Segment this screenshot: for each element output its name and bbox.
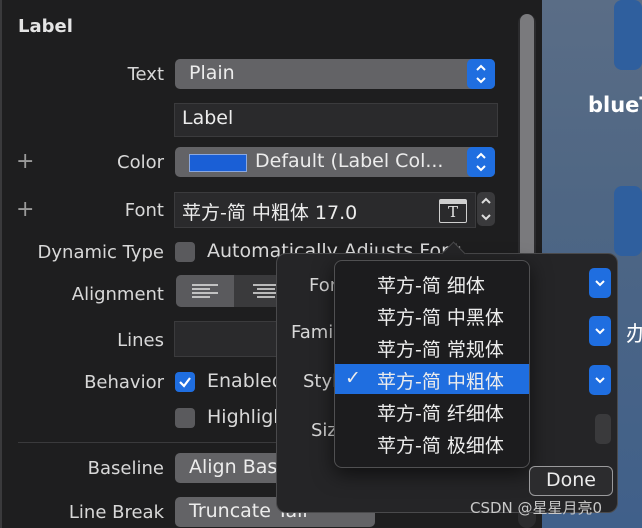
text-row-label: Text — [127, 64, 164, 85]
enabled-label: Enabled — [207, 370, 284, 392]
color-swatch — [189, 154, 247, 172]
watermark: CSDN @星星月亮0 — [470, 499, 603, 517]
done-button[interactable]: Done — [529, 466, 613, 496]
style-menu-item-selected[interactable]: ✓ 苹方-简 中粗体 — [335, 364, 529, 394]
section-title: Label — [18, 16, 73, 37]
text-type-popup[interactable]: Plain — [175, 59, 495, 89]
line-break-label: Line Break — [68, 502, 164, 523]
font-row-label: Font — [124, 200, 164, 221]
dynamic-type-label: Dynamic Type — [37, 242, 164, 263]
color-value: Default (Label Col... — [255, 150, 444, 172]
popover-size-label: Size — [311, 420, 335, 441]
canvas-cjk-partial: 办 — [626, 322, 642, 346]
add-font-variation-icon[interactable]: + — [16, 197, 34, 222]
highlighted-checkbox[interactable] — [175, 408, 195, 428]
font-picker-icon[interactable]: T — [439, 199, 467, 223]
font-popup-stepper[interactable] — [589, 268, 611, 298]
checkmark-icon — [179, 377, 191, 388]
size-stepper[interactable] — [595, 414, 611, 444]
color-popup[interactable]: Default (Label Col... — [175, 147, 495, 177]
align-left-icon — [192, 284, 218, 298]
style-menu-item[interactable]: 苹方-简 纤细体 — [335, 396, 529, 426]
text-type-value: Plain — [189, 62, 235, 84]
add-color-variation-icon[interactable]: + — [16, 149, 34, 174]
font-value: 苹方-简 中粗体 17.0 — [182, 202, 358, 224]
style-dropdown-menu: 苹方-简 细体 苹方-简 中黑体 苹方-简 常规体 ✓ 苹方-简 中粗体 苹方-… — [334, 260, 530, 468]
done-button-label: Done — [546, 469, 596, 491]
font-size-stepper[interactable] — [477, 192, 495, 226]
style-menu-item[interactable]: 苹方-简 常规体 — [335, 332, 529, 362]
behavior-label: Behavior — [84, 372, 164, 393]
panel-edge — [0, 0, 2, 528]
dynamic-type-checkbox[interactable] — [175, 242, 195, 262]
style-menu-item[interactable]: 苹方-简 中黑体 — [335, 300, 529, 330]
color-row-label: Color — [117, 152, 164, 173]
label-text-field[interactable]: Label — [174, 103, 498, 137]
label-text-value: Label — [182, 107, 234, 129]
font-field[interactable]: 苹方-简 中粗体 17.0 T — [174, 192, 476, 228]
canvas-view-tile[interactable] — [614, 0, 642, 70]
checkmark-icon: ✓ — [345, 367, 361, 389]
lines-label: Lines — [117, 330, 164, 351]
popover-font-label: Font — [309, 275, 335, 296]
style-popup-stepper[interactable] — [589, 365, 611, 395]
canvas-view-tile[interactable] — [614, 186, 642, 256]
alignment-label: Alignment — [71, 284, 164, 305]
popover-style-label: Style — [303, 371, 335, 392]
style-menu-item[interactable]: 苹方-简 细体 — [335, 268, 529, 298]
popover-family-label: Family — [291, 322, 335, 343]
family-popup-stepper[interactable] — [589, 316, 611, 346]
canvas-label-partial: blueT — [588, 93, 642, 117]
baseline-label: Baseline — [87, 458, 164, 479]
chevron-updown-icon — [467, 147, 495, 177]
style-menu-item[interactable]: 苹方-简 极细体 — [335, 428, 529, 458]
align-left-button[interactable] — [176, 275, 234, 307]
chevron-updown-icon — [467, 59, 495, 89]
enabled-checkbox[interactable] — [175, 372, 195, 392]
